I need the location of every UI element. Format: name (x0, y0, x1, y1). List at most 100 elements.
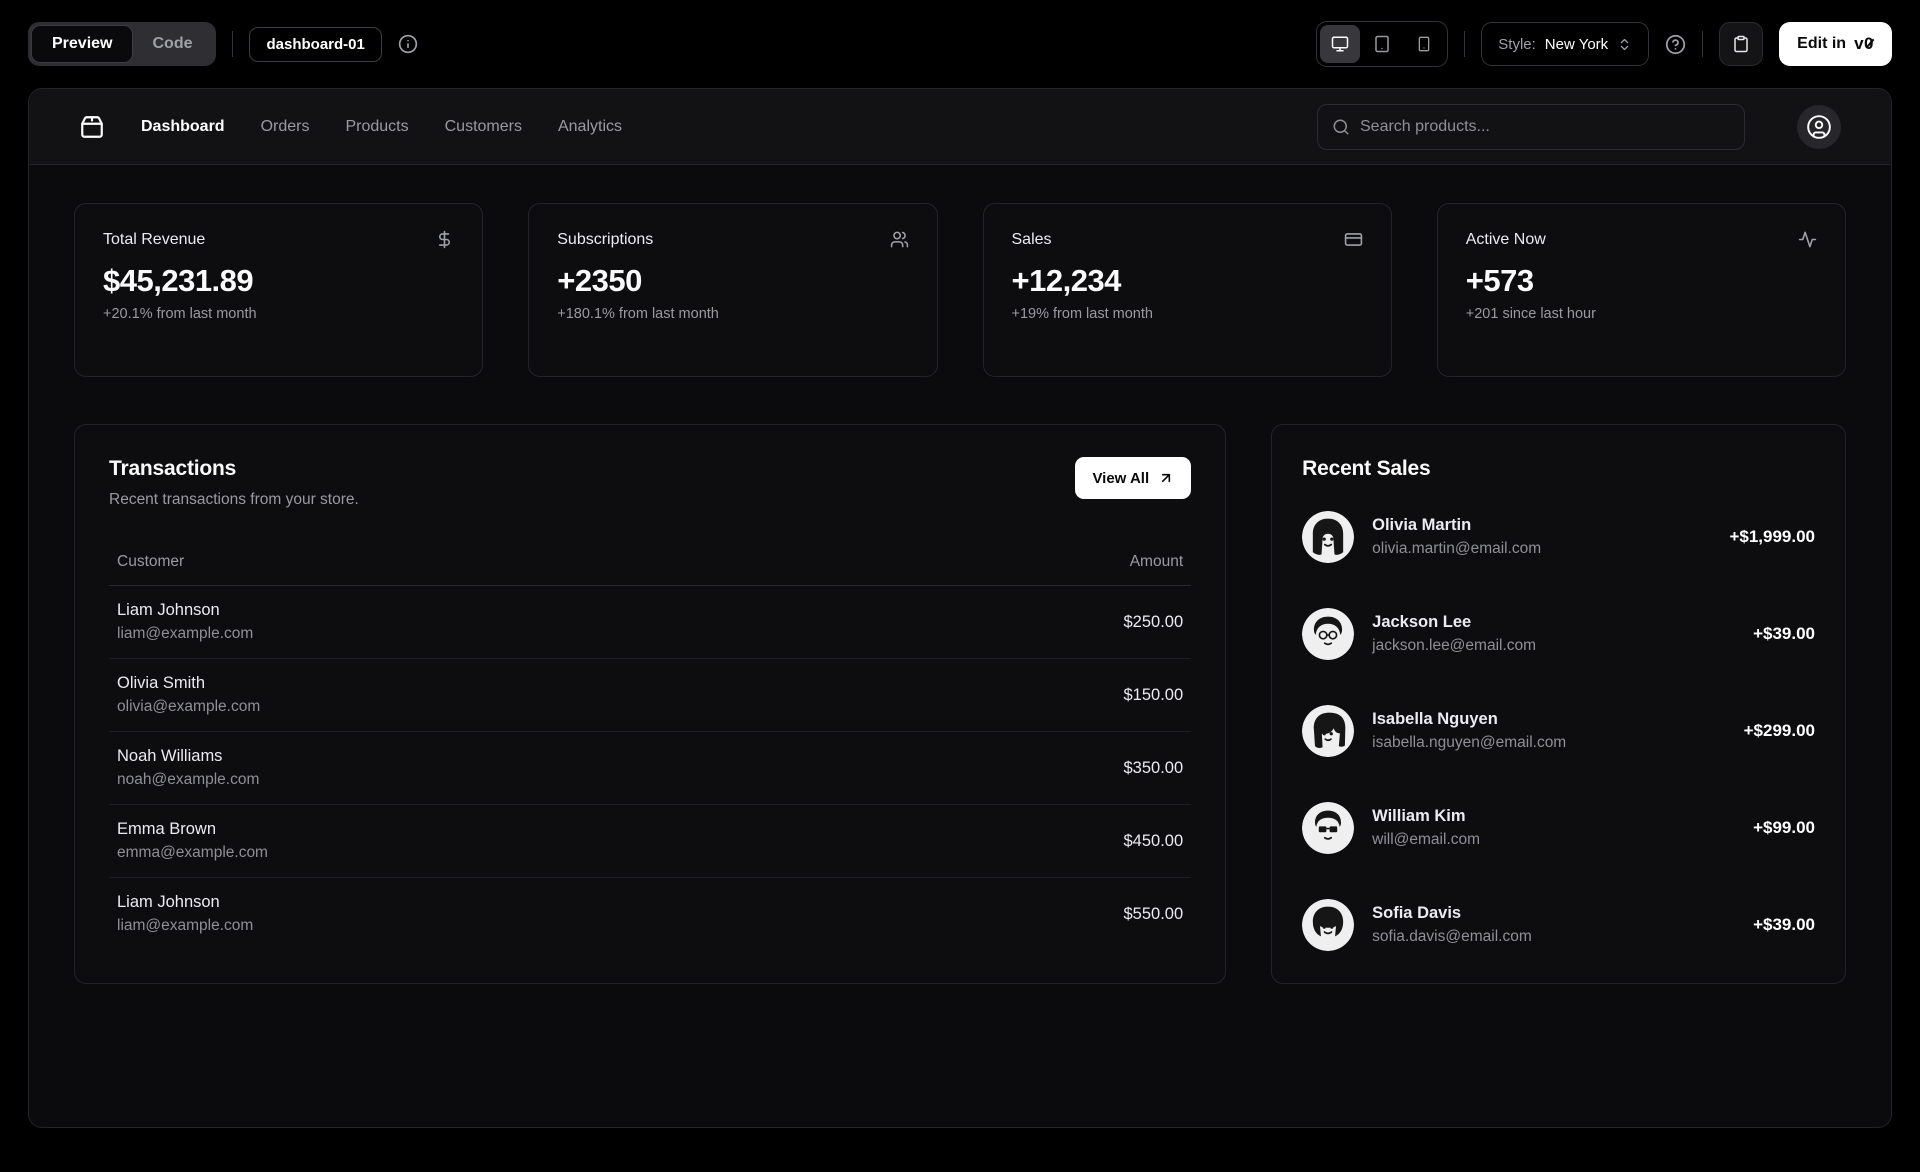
table-row[interactable]: Liam Johnson liam@example.com $550.00 (109, 878, 1191, 951)
view-all-label: View All (1092, 469, 1150, 487)
nav-link-orders[interactable]: Orders (261, 118, 310, 136)
preview-toolbar: Preview Code dashboard-01 Style: New Yor… (0, 0, 1920, 88)
edit-in-v0-button[interactable]: Edit in v0 (1779, 22, 1892, 66)
sale-amount: +$39.00 (1753, 915, 1815, 934)
stat-label: Active Now (1465, 230, 1546, 248)
stats-row: Total Revenue $45,231.89 +20.1% from las… (74, 203, 1846, 377)
avatar (1302, 511, 1355, 563)
search-icon (1332, 118, 1350, 136)
stat-card-sales: Sales +12,234 +19% from last month (982, 203, 1392, 377)
stat-change: +201 since last hour (1465, 306, 1596, 322)
style-select[interactable]: Style: New York (1481, 22, 1650, 66)
sale-customer-email: olivia.martin@email.com (1372, 540, 1542, 557)
dashboard-nav: Dashboard Orders Products Customers Anal… (29, 89, 1891, 165)
transactions-subtitle: Recent transactions from your store. (109, 491, 359, 508)
sale-amount: +$1,999.00 (1729, 527, 1815, 546)
smartphone-icon[interactable] (1404, 25, 1444, 63)
table-row[interactable]: Emma Brown emma@example.com $450.00 (109, 804, 1192, 878)
dashboard-main: Total Revenue $45,231.89 +20.1% from las… (29, 165, 1891, 1022)
activity-icon (1798, 230, 1817, 249)
stat-change: +20.1% from last month (103, 306, 257, 322)
list-item[interactable]: Isabella Nguyen isabella.nguyen@email.co… (1302, 705, 1815, 757)
store-package-icon[interactable] (79, 114, 105, 140)
list-item[interactable]: William Kim will@email.com +$99.00 (1302, 802, 1815, 854)
recent-sales-title: Recent Sales (1302, 457, 1431, 480)
sale-customer-name: Jackson Lee (1372, 613, 1472, 631)
nav-link-analytics[interactable]: Analytics (558, 118, 622, 136)
avatar (1302, 705, 1355, 757)
sale-customer-email: sofia.davis@email.com (1372, 928, 1532, 945)
account-menu-button[interactable] (1797, 104, 1841, 149)
nav-link-customers[interactable]: Customers (445, 118, 522, 136)
list-item[interactable]: Sofia Davis sofia.davis@email.com +$39.0… (1302, 899, 1815, 951)
tab-code[interactable]: Code (132, 26, 212, 62)
stat-value: $45,231.89 (103, 263, 254, 298)
avatar (1302, 608, 1355, 660)
customer-name: Noah Williams (117, 747, 223, 765)
search-input[interactable] (1360, 117, 1730, 136)
customer-email: liam@example.com (117, 625, 254, 642)
info-icon[interactable] (398, 34, 418, 54)
stat-change: +19% from last month (1011, 306, 1153, 322)
nav-link-dashboard[interactable]: Dashboard (141, 118, 225, 136)
stat-value: +573 (1465, 263, 1534, 298)
column-header-amount: Amount (853, 543, 1192, 586)
stat-label: Subscriptions (557, 230, 654, 248)
customer-name: Liam Johnson (117, 893, 220, 911)
stat-value: +12,234 (1011, 263, 1122, 298)
list-item[interactable]: Olivia Martin olivia.martin@email.com +$… (1302, 511, 1815, 563)
credit-card-icon (1344, 230, 1363, 249)
stat-card-active-now: Active Now +573 +201 since last hour (1436, 203, 1846, 377)
toolbar-separator (232, 31, 234, 57)
sale-customer-name: Olivia Martin (1372, 516, 1472, 534)
stat-change: +180.1% from last month (557, 306, 719, 322)
dollar-sign-icon (435, 230, 454, 249)
nav-link-products[interactable]: Products (345, 118, 408, 136)
sale-amount: +$299.00 (1743, 721, 1815, 740)
stat-label: Total Revenue (103, 230, 206, 248)
tab-preview[interactable]: Preview (32, 26, 133, 62)
toolbar-separator (1464, 31, 1466, 57)
avatar (1302, 802, 1355, 854)
transactions-card: Transactions Recent transactions from yo… (74, 424, 1227, 984)
v0-logo-icon: v0 (1854, 34, 1875, 54)
style-select-label: Style: (1498, 35, 1536, 53)
users-icon (890, 230, 909, 249)
avatar (1302, 899, 1355, 951)
recent-sales-list: Olivia Martin olivia.martin@email.com +$… (1302, 511, 1815, 951)
clipboard-icon (1732, 35, 1750, 53)
transaction-amount: $350.00 (853, 731, 1192, 805)
list-item[interactable]: Jackson Lee jackson.lee@email.com +$39.0… (1302, 608, 1815, 660)
search-box (1317, 103, 1745, 150)
view-mode-toggle: Preview Code (28, 22, 217, 66)
transaction-amount: $450.00 (853, 804, 1192, 878)
transaction-amount: $150.00 (853, 658, 1192, 732)
stat-card-total-revenue: Total Revenue $45,231.89 +20.1% from las… (74, 203, 484, 377)
table-row[interactable]: Liam Johnson liam@example.com $250.00 (109, 585, 1192, 659)
bottom-row: Transactions Recent transactions from yo… (74, 424, 1846, 984)
user-circle-icon (1806, 114, 1832, 140)
sale-customer-name: William Kim (1372, 807, 1466, 825)
block-name-badge: dashboard-01 (249, 26, 382, 62)
monitor-icon[interactable] (1320, 25, 1361, 63)
transactions-table: Customer Amount Liam Johnson liam@example… (109, 543, 1192, 951)
device-toggle-group (1316, 21, 1449, 67)
dashboard-preview-panel: Dashboard Orders Products Customers Anal… (28, 88, 1892, 1128)
view-all-button[interactable]: View All (1075, 457, 1192, 499)
transaction-amount: $250.00 (853, 585, 1192, 659)
column-header-customer: Customer (109, 543, 854, 586)
tablet-icon[interactable] (1362, 25, 1402, 63)
stat-card-subscriptions: Subscriptions +2350 +180.1% from last mo… (528, 203, 938, 377)
customer-name: Emma Brown (117, 820, 217, 838)
edit-in-v0-label: Edit in (1797, 35, 1847, 52)
sale-amount: +$39.00 (1753, 624, 1815, 643)
table-row[interactable]: Olivia Smith olivia@example.com $150.00 (109, 658, 1192, 732)
copy-code-button[interactable] (1719, 22, 1764, 66)
sale-customer-name: Isabella Nguyen (1372, 710, 1498, 728)
transactions-title: Transactions (109, 457, 237, 480)
help-circle-icon[interactable] (1665, 34, 1686, 55)
stat-label: Sales (1011, 230, 1052, 248)
table-row[interactable]: Noah Williams noah@example.com $350.00 (109, 731, 1192, 805)
sale-customer-email: will@email.com (1372, 831, 1481, 848)
sale-amount: +$99.00 (1753, 818, 1815, 837)
